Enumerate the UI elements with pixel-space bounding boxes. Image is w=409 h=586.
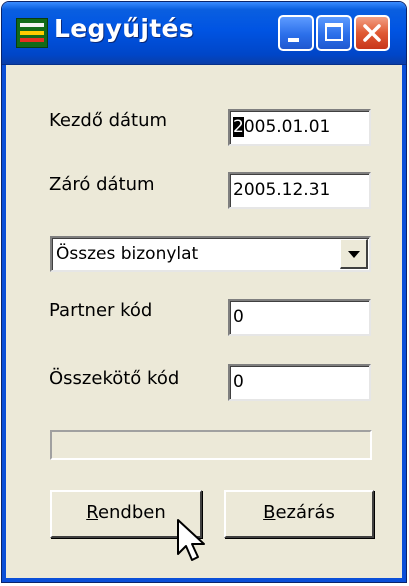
window-frame-right	[402, 64, 406, 582]
document-type-selected: Összes bizonylat	[56, 244, 199, 264]
connector-code-label: Összekötő kód	[49, 368, 180, 389]
window-frame-bottom	[2, 578, 406, 582]
partner-code-label: Partner kód	[49, 300, 153, 321]
ok-accelerator: R	[86, 502, 98, 523]
connector-code-field[interactable]: 0	[228, 364, 371, 401]
close-label: ezárás	[275, 502, 335, 523]
dialog-window: Legyűjtés Kezdő dátum 2005.01.01 Záró dá…	[1, 1, 407, 583]
minimize-icon	[288, 38, 299, 42]
close-icon	[363, 24, 381, 42]
mouse-pointer-icon	[177, 519, 205, 561]
window-title: Legyűjtés	[54, 14, 194, 43]
end-date-field[interactable]: 2005.12.31	[228, 172, 371, 209]
ok-label: endben	[97, 502, 166, 523]
minimize-button[interactable]	[278, 15, 314, 51]
close-button[interactable]	[354, 15, 390, 51]
document-type-select[interactable]: Összes bizonylat	[50, 236, 371, 272]
start-date-label: Kezdő dátum	[49, 110, 168, 131]
close-accelerator: B	[263, 502, 276, 523]
maximize-button[interactable]	[316, 15, 352, 51]
close-dialog-button[interactable]: Bezárás	[224, 490, 374, 538]
partner-code-field[interactable]: 0	[228, 299, 371, 336]
chevron-down-icon	[348, 251, 360, 258]
progress-bar	[50, 430, 372, 460]
start-date-value-rest: 005.01.01	[243, 117, 331, 137]
app-icon[interactable]	[16, 18, 48, 48]
dropdown-button[interactable]	[340, 239, 368, 269]
title-bar[interactable]: Legyűjtés	[2, 2, 406, 65]
maximize-icon	[325, 23, 343, 41]
start-date-field[interactable]: 2005.01.01	[228, 109, 371, 146]
window-frame-left	[2, 64, 6, 582]
end-date-label: Záró dátum	[49, 174, 155, 195]
start-date-selected-char: 2	[233, 117, 244, 137]
